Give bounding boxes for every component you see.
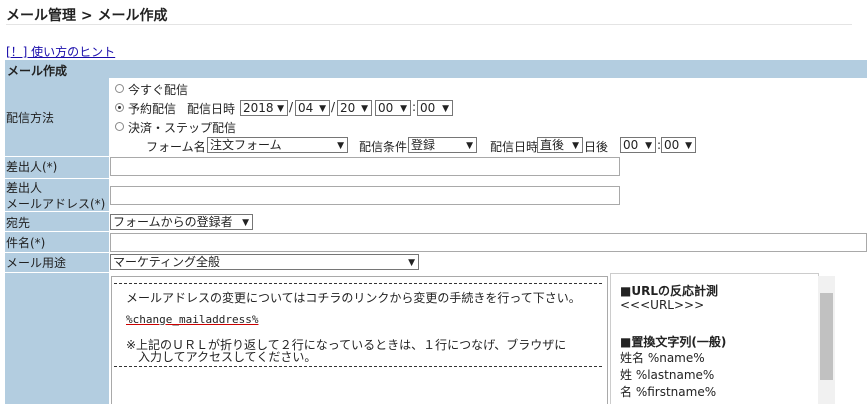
hint-link[interactable]: [！] 使い方のヒント	[6, 43, 115, 60]
slash: /	[331, 100, 336, 114]
sender-email-input[interactable]	[110, 186, 620, 205]
step-hour-select[interactable]: 00 ▼	[620, 137, 656, 153]
replace-lastname[interactable]: 姓 %lastname%	[620, 366, 714, 383]
chevron-down-icon: ▼	[319, 104, 326, 114]
month-value: 04	[298, 101, 314, 115]
label-to: 宛先	[6, 216, 31, 230]
timing-value: 直後	[540, 138, 565, 152]
body-note-2: 入力してアクセスしてください。	[126, 350, 317, 364]
step-datetime-label: 配信日時	[490, 140, 539, 154]
chevron-down-icon: ▼	[337, 141, 344, 151]
chevron-down-icon: ▼	[277, 104, 284, 114]
purpose-select[interactable]: マーケティング全般 ▼	[110, 254, 419, 270]
form-name-value: 注文フォーム	[210, 138, 282, 152]
hour-value: 00	[378, 101, 394, 115]
section-title: メール作成	[7, 64, 68, 78]
divider	[5, 156, 109, 157]
label-sender: 差出人(*)	[6, 160, 58, 174]
radio-send-now[interactable]	[115, 84, 124, 93]
radio-scheduled-label: 予約配信	[128, 102, 177, 116]
replace-heading: ■置換文字列(一般)	[620, 335, 727, 349]
body-variable: %change_mailaddress%	[126, 313, 259, 326]
label-sender-mail-2: メールアドレス(*)	[6, 197, 106, 211]
minute-select[interactable]: 00 ▼	[417, 100, 453, 116]
divider	[5, 252, 109, 253]
hour-select[interactable]: 00 ▼	[375, 100, 411, 116]
url-tracking-heading: ■URLの反応計測	[620, 284, 718, 298]
radio-step[interactable]	[115, 122, 124, 131]
radio-send-now-label: 今すぐ配信	[128, 83, 189, 97]
sender-input[interactable]	[110, 157, 620, 176]
form-name-select[interactable]: 注文フォーム ▼	[207, 137, 348, 153]
day-select[interactable]: 20 ▼	[337, 100, 372, 116]
url-tag[interactable]: <<<URL>>>	[620, 298, 704, 312]
condition-label: 配信条件	[359, 140, 408, 154]
condition-select[interactable]: 登録 ▼	[408, 137, 477, 153]
chevron-down-icon: ▼	[400, 104, 407, 114]
dashed-rule	[114, 366, 602, 367]
radio-step-label: 決済・ステップ配信	[128, 121, 237, 135]
recipient-select[interactable]: フォームからの登録者 ▼	[110, 214, 253, 230]
body-line-1: メールアドレスの変更についてはコチラのリンクから変更の手続きを行って下さい。	[126, 291, 581, 305]
recipient-value: フォームからの登録者	[113, 215, 233, 229]
timing-select[interactable]: 直後 ▼	[537, 137, 583, 153]
chevron-down-icon: ▼	[685, 141, 692, 151]
page-title: メール管理 > メール作成	[6, 8, 168, 24]
day-value: 20	[340, 101, 356, 115]
colon: :	[412, 100, 417, 114]
label-sender-mail-1: 差出人	[6, 181, 43, 195]
purpose-value: マーケティング全般	[113, 255, 221, 269]
scrollbar-thumb[interactable]	[820, 293, 833, 380]
label-subject: 件名(*)	[6, 236, 46, 250]
chevron-down-icon: ▼	[442, 104, 449, 114]
section-header: メール作成	[5, 60, 867, 78]
days-after-label: 日後	[584, 140, 609, 154]
datetime-label: 配信日時	[187, 102, 236, 116]
chevron-down-icon: ▼	[645, 141, 652, 151]
condition-value: 登録	[411, 138, 436, 152]
chevron-down-icon: ▼	[242, 218, 249, 228]
chevron-down-icon: ▼	[361, 104, 368, 114]
step-minute-select[interactable]: 00 ▼	[661, 137, 696, 153]
radio-scheduled[interactable]	[115, 103, 124, 112]
month-select[interactable]: 04 ▼	[295, 100, 330, 116]
minute-value: 00	[420, 101, 436, 115]
divider	[5, 231, 109, 232]
step-minute-value: 00	[664, 138, 680, 152]
chevron-down-icon: ▼	[408, 258, 415, 268]
chevron-down-icon: ▼	[466, 141, 473, 151]
label-delivery-method: 配信方法	[6, 111, 55, 125]
divider	[6, 24, 852, 25]
year-select[interactable]: 2018 ▼	[240, 100, 288, 116]
year-value: 2018	[243, 101, 274, 115]
step-hour-value: 00	[623, 138, 639, 152]
chevron-down-icon: ▼	[572, 141, 579, 151]
divider	[5, 272, 109, 273]
replace-firstname[interactable]: 名 %firstname%	[620, 383, 716, 400]
subject-input[interactable]	[110, 233, 867, 252]
replace-name[interactable]: 姓名 %name%	[620, 349, 705, 366]
label-purpose: メール用途	[6, 256, 67, 270]
form-name-label: フォーム名	[146, 140, 206, 154]
dashed-rule	[114, 283, 602, 284]
slash: /	[289, 100, 294, 114]
